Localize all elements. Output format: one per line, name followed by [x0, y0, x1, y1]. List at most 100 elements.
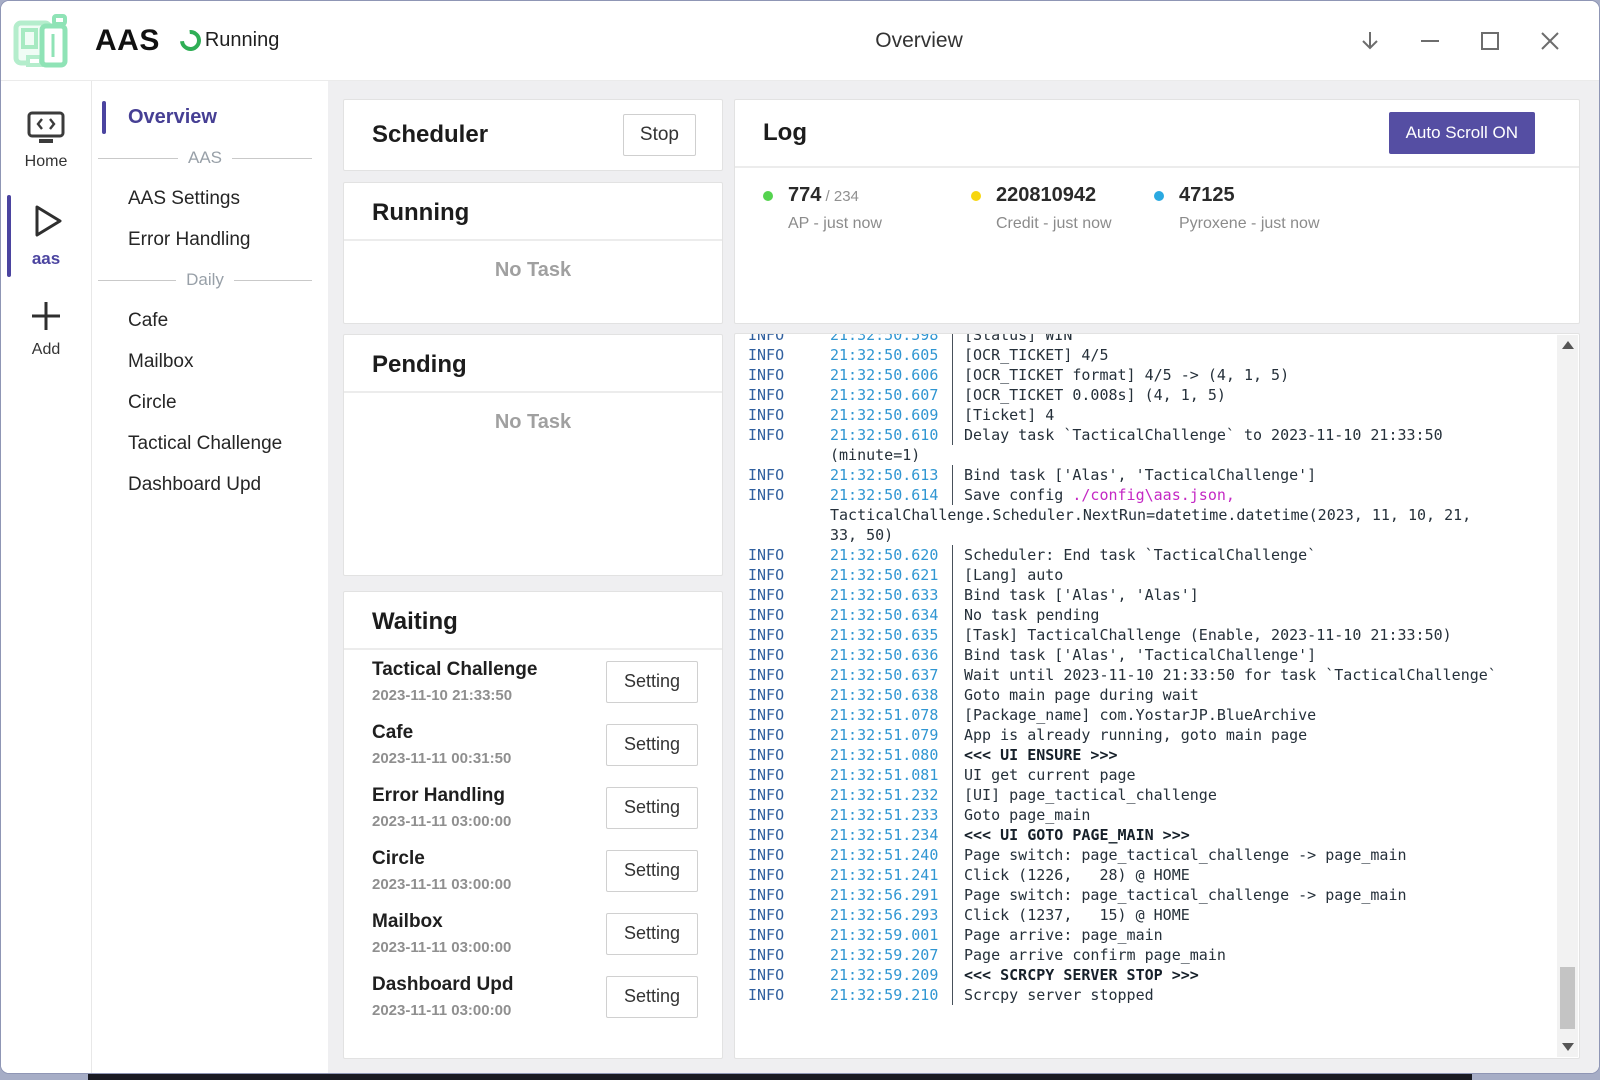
nav-item-circle[interactable]: Circle	[92, 382, 328, 423]
log-timestamp: 21:32:51.241	[830, 865, 952, 885]
scrollbar-thumb[interactable]	[1560, 967, 1575, 1029]
nav-item-dashboard-upd[interactable]: Dashboard Upd	[92, 464, 328, 505]
minimize-icon	[1419, 30, 1441, 52]
nav-item-mailbox[interactable]: Mailbox	[92, 341, 328, 382]
rail-label: aas	[32, 249, 60, 269]
waiting-task-name: Mailbox	[372, 910, 511, 934]
log-timestamp: 21:32:56.291	[830, 885, 952, 905]
log-line: INFO 21:32:50.633 Bind task ['Alas', 'Al…	[748, 585, 1553, 605]
maximize-button[interactable]	[1477, 28, 1503, 54]
close-button[interactable]	[1537, 28, 1563, 54]
setting-button-cafe[interactable]: Setting	[606, 724, 698, 766]
setting-button-circle[interactable]: Setting	[606, 850, 698, 892]
play-icon	[24, 199, 68, 243]
scheduler-card: Scheduler Stop	[343, 99, 723, 171]
stat-color-dot	[971, 191, 981, 201]
stat-text: 774 / 234 AP - just now	[788, 184, 882, 233]
waiting-task-time: 2023-11-11 03:00:00	[372, 813, 511, 831]
waiting-task-time: 2023-11-10 21:33:50	[372, 687, 537, 705]
log-line: INFO 21:32:50.610 Delay task `TacticalCh…	[748, 425, 1553, 445]
log-message: [OCR_TICKET 0.008s] (4, 1, 5)	[952, 385, 1226, 405]
log-line: INFO 21:32:51.080 <<< UI ENSURE >>>	[748, 745, 1553, 765]
log-level: INFO	[748, 865, 830, 885]
waiting-task-info: Mailbox 2023-11-11 03:00:00	[372, 910, 511, 957]
rail-item-add[interactable]: Add	[1, 291, 91, 369]
stat-label: Credit - just now	[996, 215, 1112, 233]
log-message: Scrcpy server stopped	[952, 985, 1154, 1005]
scroll-up-icon[interactable]	[1562, 341, 1574, 349]
waiting-task-row: Mailbox 2023-11-11 03:00:00 Setting	[344, 902, 722, 965]
log-line: INFO 21:32:50.634 No task pending	[748, 605, 1553, 625]
log-line: INFO 21:32:59.207 Page arrive confirm pa…	[748, 945, 1553, 965]
waiting-task-row: Circle 2023-11-11 03:00:00 Setting	[344, 839, 722, 902]
log-panel[interactable]: INFO 21:32:50.598 [Status] WIN INFO 21:3…	[734, 333, 1580, 1059]
scroll-down-icon[interactable]	[1562, 1043, 1574, 1051]
log-timestamp: 21:32:59.001	[830, 925, 952, 945]
rail-label: Add	[32, 341, 60, 359]
log-message: Goto main page during wait	[952, 685, 1199, 705]
log-level: INFO	[748, 405, 830, 425]
window-body: Home aas Add Overview AAS	[1, 81, 1599, 1073]
nav-item-label: Dashboard Upd	[128, 474, 261, 496]
log-timestamp: 21:32:56.293	[830, 905, 952, 925]
active-indicator	[102, 101, 106, 134]
setting-button-dashboard-upd[interactable]: Setting	[606, 976, 698, 1018]
log-level: INFO	[748, 845, 830, 865]
log-timestamp: 21:32:50.614	[830, 485, 952, 505]
nav-item-overview[interactable]: Overview	[92, 97, 328, 138]
running-spinner-icon	[176, 26, 206, 56]
running-empty-text: No Task	[344, 259, 722, 282]
log-line: INFO 21:32:51.081 UI get current page	[748, 765, 1553, 785]
nav-item-label: Error Handling	[128, 229, 251, 251]
log-message: [OCR_TICKET] 4/5	[952, 345, 1109, 365]
log-level: INFO	[748, 545, 830, 565]
log-message: UI get current page	[952, 765, 1136, 785]
log-message: Bind task ['Alas', 'TacticalChallenge']	[952, 465, 1316, 485]
nav-item-cafe[interactable]: Cafe	[92, 300, 328, 341]
log-level: INFO	[748, 365, 830, 385]
nav-item-error-handling[interactable]: Error Handling	[92, 219, 328, 260]
divider-line	[98, 280, 176, 281]
nav-item-label: Tactical Challenge	[128, 433, 282, 455]
log-timestamp: 21:32:51.233	[830, 805, 952, 825]
log-timestamp: 21:32:51.234	[830, 825, 952, 845]
nav-item-aas-settings[interactable]: AAS Settings	[92, 178, 328, 219]
setting-button-mailbox[interactable]: Setting	[606, 913, 698, 955]
log-timestamp: 21:32:59.210	[830, 985, 952, 1005]
rail-item-aas[interactable]: aas	[1, 193, 91, 279]
log-timestamp: 21:32:50.638	[830, 685, 952, 705]
stat-label: AP - just now	[788, 215, 882, 233]
log-line: INFO 21:32:50.635 [Task] TacticalChallen…	[748, 625, 1553, 645]
nav-section-label: Daily	[186, 270, 224, 290]
stop-button[interactable]: Stop	[623, 114, 696, 156]
download-update-button[interactable]	[1357, 28, 1383, 54]
log-message: [Lang] auto	[952, 565, 1063, 585]
waiting-task-info: Cafe 2023-11-11 00:31:50	[372, 721, 511, 768]
log-message: <<< UI GOTO PAGE_MAIN >>>	[952, 825, 1190, 845]
log-timestamp: 21:32:51.079	[830, 725, 952, 745]
log-scrollbar[interactable]	[1557, 335, 1578, 1057]
log-level: INFO	[748, 585, 830, 605]
log-timestamp: 21:32:50.620	[830, 545, 952, 565]
setting-button-error-handling[interactable]: Setting	[606, 787, 698, 829]
stat-value: 47125	[1179, 184, 1320, 207]
setting-button-tactical-challenge[interactable]: Setting	[606, 661, 698, 703]
log-message: [Ticket] 4	[952, 405, 1054, 425]
auto-scroll-button[interactable]: Auto Scroll ON	[1389, 112, 1535, 154]
resource-stat: 774 / 234 AP - just now	[763, 184, 971, 233]
waiting-task-info: Dashboard Upd 2023-11-11 03:00:00	[372, 973, 513, 1020]
rail-item-home[interactable]: Home	[1, 103, 91, 181]
log-timestamp: 21:32:51.240	[830, 845, 952, 865]
log-timestamp: 21:32:50.607	[830, 385, 952, 405]
nav-item-tactical-challenge[interactable]: Tactical Challenge	[92, 423, 328, 464]
minimize-button[interactable]	[1417, 28, 1443, 54]
log-level: INFO	[748, 745, 830, 765]
log-level: INFO	[748, 905, 830, 925]
main-content: Scheduler Stop Running No Task Pending N…	[328, 81, 1599, 1073]
log-level: INFO	[748, 885, 830, 905]
log-line: INFO 21:32:51.234 <<< UI GOTO PAGE_MAIN …	[748, 825, 1553, 845]
log-message: Click (1226, 28) @ HOME	[952, 865, 1190, 885]
log-message: Page switch: page_tactical_challenge -> …	[952, 885, 1407, 905]
log-line: INFO 21:32:56.293 Click (1237, 15) @ HOM…	[748, 905, 1553, 925]
log-level: INFO	[748, 565, 830, 585]
